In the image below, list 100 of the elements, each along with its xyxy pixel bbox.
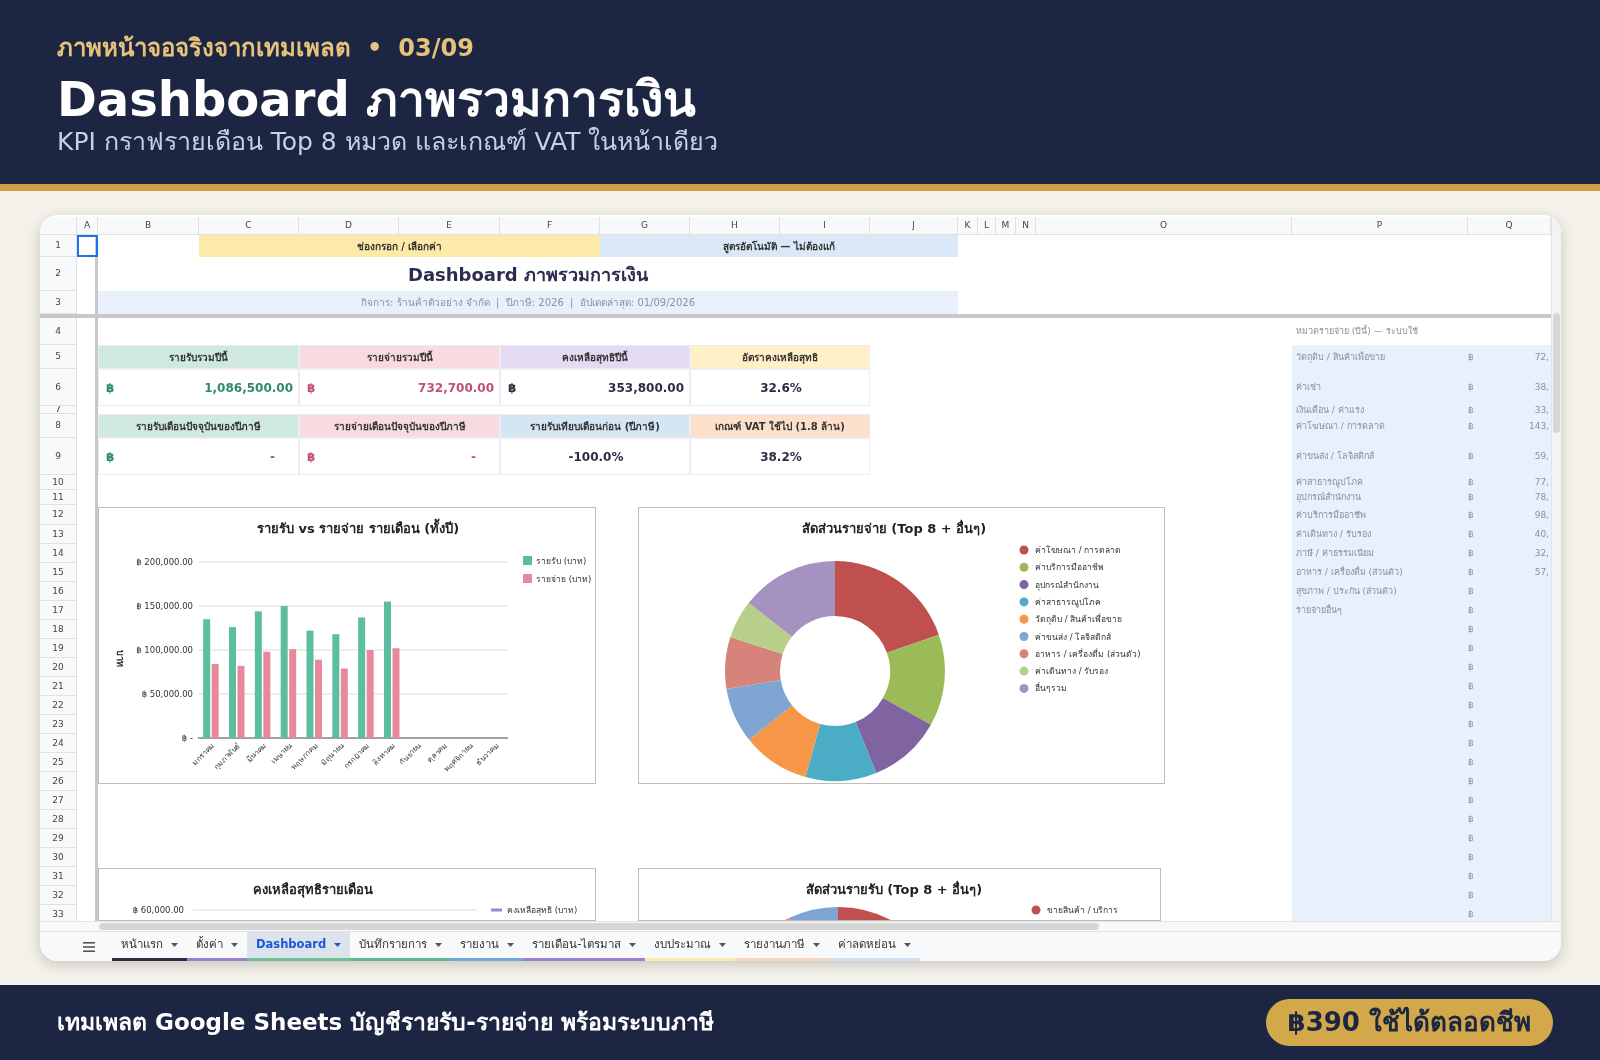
currency-symbol: ฿: [1468, 720, 1475, 729]
row-number[interactable]: 6: [40, 369, 77, 406]
row-number[interactable]: 3: [40, 291, 77, 314]
sheet-tab[interactable]: งบประมาณ: [645, 932, 736, 961]
category-label: รายจ่ายอื่นๆ: [1295, 606, 1343, 615]
amount-text: 98,: [1534, 510, 1550, 520]
scrollbar-thumb[interactable]: [99, 923, 1099, 930]
row-number[interactable]: 14: [40, 544, 77, 563]
row-number[interactable]: 10: [40, 475, 77, 490]
donut-slice: [805, 722, 877, 781]
column-header[interactable]: I: [780, 217, 870, 235]
row-number[interactable]: 31: [40, 867, 77, 886]
sheet-tab[interactable]: บันทึกรายการ: [350, 932, 452, 961]
scrollbar-thumb[interactable]: [1553, 313, 1560, 433]
row-number[interactable]: 11: [40, 490, 77, 505]
legend-label: อุปกรณ์สำนักงาน: [1035, 579, 1099, 590]
row-number[interactable]: 1: [40, 235, 77, 257]
row-number[interactable]: 23: [40, 715, 77, 734]
caret-icon[interactable]: [334, 943, 342, 947]
column-header[interactable]: D: [299, 217, 399, 235]
axis-tick-label: ฿ -: [181, 733, 193, 743]
category-label: ค่าสาธารณูปโภค: [1295, 478, 1364, 487]
column-header[interactable]: C: [199, 217, 299, 235]
currency-symbol: ฿: [307, 379, 316, 397]
caret-icon[interactable]: [231, 943, 238, 947]
column-header[interactable]: B: [98, 217, 199, 235]
category-label: สุขภาพ / ประกัน (ส่วนตัว): [1295, 587, 1398, 596]
row-number[interactable]: 5: [40, 345, 77, 369]
caret-icon[interactable]: [719, 943, 727, 947]
row-number[interactable]: 4: [40, 318, 77, 345]
legend-label: ค่าสาธารณูปโภค: [1035, 596, 1101, 607]
row-number[interactable]: 30: [40, 848, 77, 867]
selected-cell[interactable]: [77, 235, 98, 257]
row-number[interactable]: 21: [40, 677, 77, 696]
axis-title: บาท: [115, 649, 125, 667]
category-label: วัตถุดิบ / สินค้าเพื่อขาย: [1295, 352, 1386, 362]
sheet-tab[interactable]: รายเดือน-ไตรมาส: [523, 932, 646, 961]
sheet-tab[interactable]: Dashboard: [247, 932, 351, 961]
row-number[interactable]: 12: [40, 505, 77, 525]
column-header[interactable]: A: [77, 217, 98, 235]
category-label: ภาษี / ค่าธรรมเนียม: [1295, 549, 1375, 558]
caret-icon[interactable]: [435, 943, 443, 947]
row-number[interactable]: 15: [40, 563, 77, 582]
row-number[interactable]: 24: [40, 734, 77, 753]
column-header[interactable]: E: [399, 217, 500, 235]
caret-icon[interactable]: [629, 943, 637, 947]
currency-symbol: ฿: [307, 448, 316, 466]
chart-title: คงเหลือสุทธิรายเดือน: [253, 882, 373, 897]
row-number[interactable]: 32: [40, 886, 77, 905]
kpi-value: 353,800.00: [608, 379, 684, 397]
row-number[interactable]: 22: [40, 696, 77, 715]
column-header[interactable]: O: [1036, 217, 1292, 235]
column-header[interactable]: J: [870, 217, 958, 235]
donut-slice: [749, 705, 821, 777]
column-header[interactable]: F: [500, 217, 600, 235]
legend-label: ค่าบริการมืออาชีพ: [1035, 562, 1104, 573]
caret-icon[interactable]: [507, 943, 515, 947]
column-header[interactable]: M: [996, 217, 1016, 235]
row-number[interactable]: 29: [40, 829, 77, 848]
sheet-tab[interactable]: รายงานภาษี: [735, 932, 830, 961]
kpi-value: -100.0%: [568, 448, 624, 466]
column-header[interactable]: L: [978, 217, 996, 235]
legend-label: ค่าโฆษณา / การตลาด: [1035, 545, 1122, 555]
row-number[interactable]: 26: [40, 772, 77, 791]
caret-icon[interactable]: [171, 943, 178, 947]
row-number[interactable]: 16: [40, 582, 77, 601]
legend-label: อาหาร / เครื่องดื่ม (ส่วนตัว): [1035, 648, 1141, 659]
legend-label: วัตถุดิบ / สินค้าเพื่อขาย: [1035, 614, 1123, 625]
row-number[interactable]: 13: [40, 525, 77, 544]
row-number[interactable]: 28: [40, 810, 77, 829]
sheet-title: Dashboard ภาพรวมการเงิน: [406, 262, 649, 287]
column-header[interactable]: H: [690, 217, 780, 235]
column-header[interactable]: G: [600, 217, 690, 235]
caret-icon[interactable]: [904, 943, 912, 947]
currency-symbol: ฿: [1468, 568, 1475, 577]
row-number[interactable]: 20: [40, 658, 77, 677]
currency-symbol: ฿: [1468, 891, 1475, 900]
category-label: ค่าเช่า: [1295, 383, 1322, 392]
row-number[interactable]: 8: [40, 414, 77, 438]
column-header[interactable]: N: [1016, 217, 1036, 235]
column-header[interactable]: Q: [1468, 217, 1551, 235]
currency-symbol: ฿: [1468, 606, 1475, 615]
sheet-tab[interactable]: ค่าลดหย่อน: [829, 932, 921, 961]
amount-text: 72,: [1534, 352, 1550, 362]
row-number[interactable]: 7: [40, 406, 77, 414]
row-number[interactable]: 27: [40, 791, 77, 810]
column-header[interactable]: K: [958, 217, 978, 235]
kpi-label: อัตราคงเหลือสุทธิ: [690, 345, 870, 369]
row-number[interactable]: 33: [40, 905, 77, 921]
row-number[interactable]: 18: [40, 620, 77, 639]
sheet-tab[interactable]: หน้าแรก: [112, 932, 187, 961]
sheet-tab[interactable]: รายงาน: [451, 932, 524, 961]
caret-icon[interactable]: [813, 943, 821, 947]
amount-text: 77,: [1534, 478, 1550, 487]
row-number[interactable]: 17: [40, 601, 77, 620]
row-number[interactable]: 25: [40, 753, 77, 772]
row-number[interactable]: 9: [40, 438, 77, 475]
column-header[interactable]: P: [1292, 217, 1468, 235]
row-number[interactable]: 2: [40, 257, 77, 291]
row-number[interactable]: 19: [40, 639, 77, 658]
